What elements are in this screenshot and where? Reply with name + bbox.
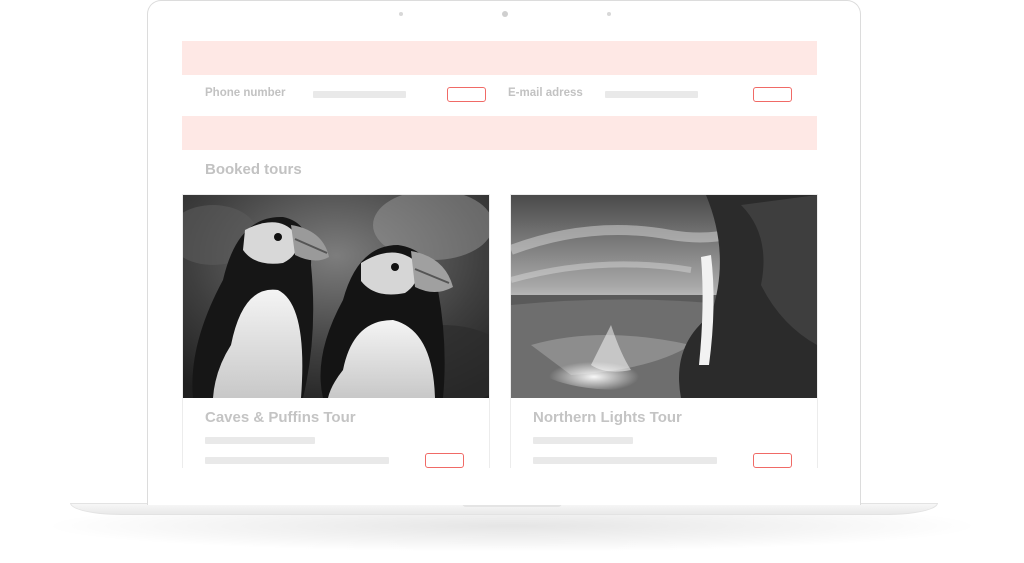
tour-card[interactable]: Caves & Puffins Tour	[182, 194, 490, 468]
sensor-dot	[399, 12, 403, 16]
tour-card-button[interactable]	[425, 453, 464, 468]
puffins-photo	[183, 195, 489, 398]
tour-card[interactable]: Northern Lights Tour	[510, 194, 818, 468]
header-band	[182, 41, 817, 75]
tour-card-line	[533, 437, 633, 444]
phone-value-placeholder	[313, 91, 406, 98]
laptop-mockup: Phone number E-mail adress Booked tours	[0, 0, 1024, 563]
booked-tours-title: Booked tours	[205, 161, 302, 178]
camera-dot	[502, 11, 508, 17]
tour-card-line	[533, 457, 717, 464]
tour-card-title: Northern Lights Tour	[533, 409, 682, 426]
phone-label: Phone number	[205, 87, 286, 99]
sensor-dot	[607, 12, 611, 16]
tour-card-title: Caves & Puffins Tour	[205, 409, 356, 426]
email-value-placeholder	[605, 91, 698, 98]
email-edit-button[interactable]	[753, 87, 792, 102]
phone-edit-button[interactable]	[447, 87, 486, 102]
screen: Phone number E-mail adress Booked tours	[167, 26, 835, 468]
tour-card-line	[205, 457, 389, 464]
waterfall-aurora-photo	[511, 195, 817, 398]
tour-card-line	[205, 437, 315, 444]
tour-card-button[interactable]	[753, 453, 792, 468]
email-label: E-mail adress	[508, 87, 583, 99]
section-band	[182, 116, 817, 150]
